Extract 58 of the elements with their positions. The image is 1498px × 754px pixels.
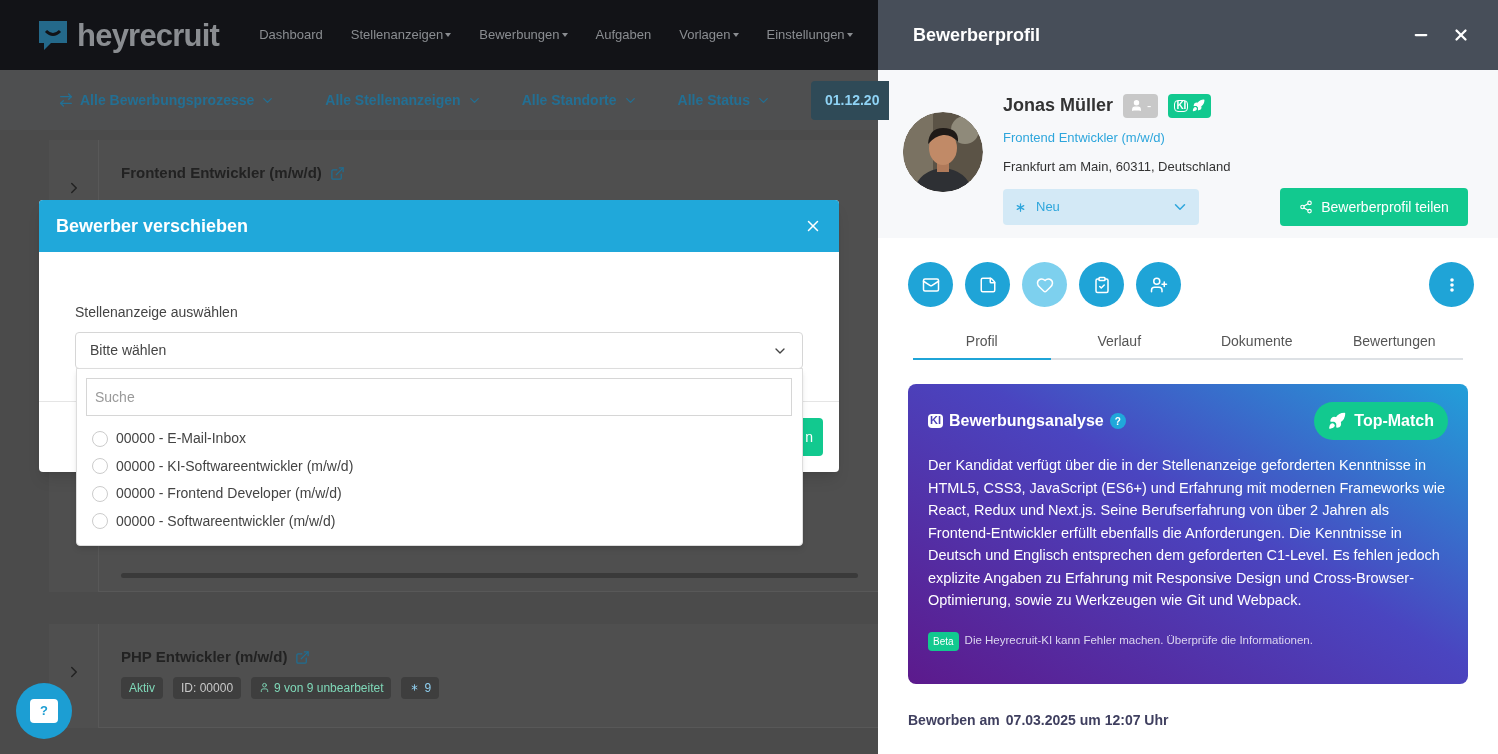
disclaimer-text: Die Heyrecruit-KI kann Fehler machen. Überprüfe die Informationen. — [964, 633, 1313, 649]
job-badge: 9 — [401, 676, 440, 699]
rating-badge: - — [1123, 93, 1159, 118]
more-button[interactable] — [1429, 262, 1474, 307]
nav-link[interactable]: Einstellungen — [766, 25, 853, 45]
logo-icon — [37, 19, 69, 51]
analysis-text: Der Kandidat verfügt über die in der Stellenanzeige geforderten Kenntnisse in HTML5, CSS3, JavaScript (ES6+) und Erfahrung mit modernen Frameworks wie React, Redux und Next.js. Seine Berufserfahrung von über 2 Jahren als Frontend-Entwickler erfüllt ebenfalls die Anforderungen. Die Kenntnisse in Deutsch und Englisch entsprechen dem geforderten C1-Level. Es fehlen jedoch explizite Angaben zu Erfahrung mit Responsive Design und Cross-Browser-Optimierung, sowie zu Werkzeugen wie Git und Webpack. — [928, 456, 1446, 610]
share-icon — [1299, 200, 1314, 214]
help-chat-button[interactable]: ? — [16, 683, 72, 739]
note-icon — [978, 275, 997, 294]
action-button[interactable] — [965, 262, 1010, 307]
job-option[interactable]: 00000 - E-Mail-Inbox — [77, 425, 802, 453]
candidate-name: Jonas Müller — [1003, 94, 1114, 117]
applied-label: Beworben am — [908, 711, 1000, 730]
profile-tab[interactable]: Verlauf — [1050, 325, 1188, 360]
close-icon[interactable] — [1452, 26, 1470, 44]
beta-badge: Beta — [928, 631, 959, 651]
nav-link[interactable]: Stellenanzeigen — [350, 25, 452, 45]
logo-text: heyrecruit — [77, 19, 220, 51]
switch-icon — [58, 92, 74, 108]
job-badge: 9 von 9 unbearbeitet — [251, 676, 392, 699]
job-option[interactable]: 00000 - KI-Softwareentwickler (m/w/d) — [77, 452, 802, 480]
field-label: Stellenanzeige auswählen — [75, 303, 239, 322]
action-button[interactable] — [1079, 262, 1124, 307]
action-button[interactable] — [908, 262, 953, 307]
profile-tab[interactable]: Bewertungen — [1325, 325, 1463, 360]
clipboard-icon — [1092, 275, 1111, 294]
user-icon — [259, 682, 271, 693]
search-field[interactable]: Suche — [86, 378, 792, 416]
job-badge: ID: 00000 — [173, 676, 242, 699]
ai-logo: KI — [928, 414, 943, 428]
add-user-icon — [1149, 275, 1168, 294]
modal-title: Bewerber verschieben — [56, 214, 249, 238]
job-badge: Aktiv — [121, 676, 163, 699]
external-link-icon[interactable] — [295, 649, 311, 665]
more-icon — [1449, 277, 1454, 292]
job-option[interactable]: 00000 - Frontend Developer (m/w/d) — [77, 480, 802, 508]
profile-tab[interactable]: Profil — [913, 325, 1051, 360]
rocket-icon — [1192, 99, 1206, 112]
panel-title: Bewerberprofil — [913, 23, 1041, 47]
top-match-badge: Top-Match — [1314, 402, 1448, 440]
heart-icon — [1035, 275, 1054, 294]
nav-link[interactable]: Vorlagen — [679, 25, 739, 45]
action-button[interactable] — [1136, 262, 1181, 307]
ai-match-badge: KI — [1168, 93, 1212, 118]
job-option[interactable]: 00000 - Softwareentwickler (m/w/d) — [77, 507, 802, 535]
nav-link[interactable]: Aufgaben — [595, 25, 652, 45]
user-icon — [1130, 99, 1144, 112]
candidate-location: Frankfurt am Main, 60311, Deutschland — [1003, 157, 1232, 176]
analysis-title: Bewerbungsanalyse — [949, 411, 1104, 431]
nav-link[interactable]: Bewerbungen — [479, 25, 568, 45]
external-link-icon[interactable] — [329, 165, 345, 181]
rocket-icon — [1328, 412, 1347, 430]
applied-date: 07.03.2025 um 12:07 Uhr — [1005, 711, 1169, 730]
nav-link[interactable]: Dashboard — [259, 25, 323, 45]
profile-tab[interactable]: Dokumente — [1188, 325, 1326, 360]
mail-icon — [921, 275, 940, 294]
date-filter[interactable]: 01.12.20 — [810, 80, 890, 120]
